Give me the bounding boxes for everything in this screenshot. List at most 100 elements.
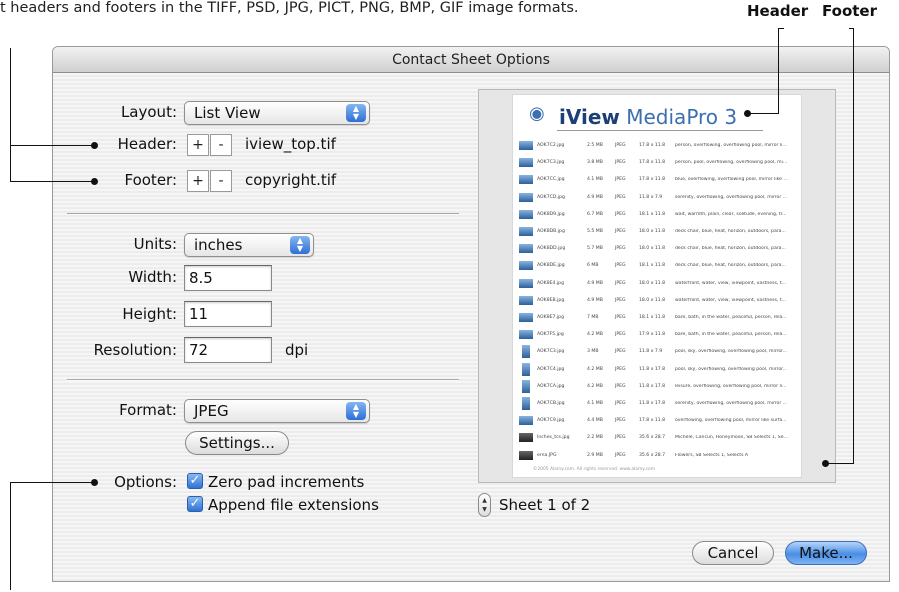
header-remove-button[interactable]: -: [210, 134, 232, 156]
layout-label: Layout:: [120, 103, 177, 121]
preview-cell-type: JPEG: [615, 143, 626, 148]
zero-pad-checkbox[interactable]: ✓: [187, 473, 203, 489]
callout-line: [849, 28, 854, 29]
header-filename: iview_top.tif: [245, 135, 336, 153]
callout-dot: [744, 110, 751, 117]
layout-popup[interactable]: List View ▲ ▼: [184, 101, 370, 125]
footer-add-button[interactable]: +: [187, 170, 209, 192]
preview-cell-keywords: bare, bath, in the water, peaceful, pers…: [675, 332, 787, 338]
preview-cell-size: 4.2 MB: [587, 332, 603, 338]
preview-cell-size: 2.5 MB: [587, 143, 603, 148]
preview-cell-name: AOK8E7.jpg: [537, 315, 565, 320]
callout-line: [10, 181, 94, 182]
preview-cell-type: JPEG: [615, 280, 626, 286]
preview-cell-keywords: waterfront, water, view, viewpoint, vast…: [675, 297, 787, 303]
preview-row: AOK8DD.jpg 5.7 MB JPEG 18.0 x 11.8 deck chai…: [519, 242, 801, 256]
preview-cell-keywords: deck chair, blue, heat, horizon, outdoor…: [675, 263, 786, 269]
make-button[interactable]: Make...: [785, 541, 867, 565]
preview-row: AOK7C4.jpg 4.2 MB JPEG 11.8 x 17.8 pool, sky…: [519, 362, 801, 377]
preview-cell-type: JPEG: [615, 401, 626, 406]
width-field[interactable]: 8.5: [184, 265, 272, 291]
preview-cell-name: AOK7F5.jpg: [537, 332, 564, 338]
resolution-field[interactable]: 72: [184, 337, 272, 363]
updown-arrows-icon: ▲ ▼: [346, 402, 366, 420]
preview-cell-size: 2.2 MB: [587, 435, 603, 441]
preview-cell-type: JPEG: [615, 263, 626, 269]
resolution-label: Resolution:: [93, 341, 177, 359]
contact-sheet-preview: ◉ iView MediaPro 3 AOK7C2.jpg 2.5 MB JPEG 1…: [478, 89, 836, 483]
callout-line: [826, 463, 854, 464]
preview-row: AOK8DB.jpg 5.5 MB JPEG 18.0 x 11.8 deck chai…: [519, 225, 801, 239]
preview-cell-size: 4.9 MB: [587, 280, 603, 286]
preview-thumbnail: [519, 278, 533, 288]
footer-label: Footer:: [124, 171, 177, 189]
preview-cell-dims: 17.8 x 11.8: [639, 160, 666, 166]
footer-remove-button[interactable]: -: [210, 170, 232, 192]
preview-cell-keywords: leisure, overflowing, overflowing pool, …: [675, 383, 787, 389]
preview-cell-type: JPEG: [615, 177, 626, 183]
preview-cell-keywords: blue, overflowing, overflowing pool, mir…: [675, 177, 788, 183]
preview-cell-size: 4.2 MB: [587, 383, 603, 389]
preview-cell-type: JPEG: [615, 452, 626, 458]
preview-cell-name: AOK8DD.jpg: [537, 246, 566, 252]
preview-cell-type: JPEG: [615, 297, 626, 303]
preview-cell-size: 7 MB: [587, 315, 599, 320]
header-label: Header:: [117, 135, 177, 153]
callout-footer-label: Footer: [822, 2, 877, 20]
append-extensions-checkbox[interactable]: ✓: [187, 496, 203, 512]
format-label: Format:: [119, 401, 177, 419]
callout-line: [853, 28, 854, 464]
preview-cell-type: JPEG: [615, 246, 626, 252]
preview-cell-name: AOK7CA.jpg: [537, 383, 565, 389]
preview-cell-dims: 11.8 x 17.8: [639, 401, 666, 406]
preview-cell-size: 2.9 MB: [587, 452, 603, 458]
height-field[interactable]: 11: [184, 301, 272, 327]
preview-row: AOK7F5.jpg 4.2 MB JPEG 17.9 x 11.8 bare, bat…: [519, 328, 801, 342]
units-popup[interactable]: inches ▲ ▼: [184, 233, 314, 257]
preview-cell-dims: 17.9 x 11.8: [639, 332, 666, 338]
preview-cell-dims: 11.8 x 7.9: [639, 349, 663, 355]
callout-line: [10, 482, 11, 590]
preview-row: AOK8D9.jpg 6.7 MB JPEG 18.1 x 11.8 wait, war…: [519, 208, 801, 222]
preview-cell-size: 5.5 MB: [587, 229, 603, 234]
preview-cell-dims: 18.0 x 11.8: [639, 229, 666, 234]
preview-thumbnail: [519, 450, 533, 460]
preview-cell-type: JPEG: [615, 229, 626, 234]
preview-row: AOK7C3.jpg 3 MB JPEG 11.8 x 7.9 pool, sky, o…: [519, 345, 801, 359]
preview-thumbnail: [519, 175, 533, 185]
preview-cell-size: 4.9 MB: [587, 194, 603, 200]
separator: [67, 379, 459, 381]
preview-thumbnail: [519, 244, 533, 254]
preview-row: AOK8DE.jpg 6 MB JPEG 18.1 x 11.8 deck chair,…: [519, 259, 801, 273]
sheet-stepper-icon[interactable]: ▲ ▼: [478, 493, 491, 517]
append-extensions-label: Append file extensions: [208, 496, 379, 514]
preview-cell-size: 5.7 MB: [587, 246, 603, 252]
preview-cell-name: AOK7C3.jpg: [537, 160, 565, 166]
preview-row: AOK7C2.jpg 2.5 MB JPEG 17.8 x 11.8 person, o…: [519, 139, 801, 153]
format-popup[interactable]: JPEG ▲ ▼: [184, 399, 370, 423]
zero-pad-label: Zero pad increments: [208, 473, 365, 491]
preview-cell-type: JPEG: [615, 349, 626, 355]
settings-button[interactable]: Settings...: [185, 431, 289, 455]
preview-cell-keywords: pool, sky, overflowing, overflowing pool…: [675, 366, 787, 372]
preview-page: ◉ iView MediaPro 3 AOK7C2.jpg 2.5 MB JPEG 1…: [512, 94, 802, 478]
preview-cell-dims: 17.8 x 11.8: [639, 418, 666, 424]
preview-cell-size: 4.4 MB: [587, 418, 603, 424]
preview-footer-text: ©2005 Alamy.com. All rights reserved. ww…: [533, 467, 655, 472]
preview-cell-name: erna.JPG: [537, 452, 557, 458]
preview-thumbnail: [519, 209, 533, 219]
preview-cell-name: AOK7CB.jpg: [537, 401, 565, 406]
preview-cell-keywords: person, pool, overflowing, overflowing p…: [675, 160, 788, 166]
preview-thumbnail: [522, 362, 530, 376]
header-add-button[interactable]: +: [187, 134, 209, 156]
preview-cell-size: 3.8 MB: [587, 160, 603, 166]
preview-cell-name: AOK8D9.jpg: [537, 211, 565, 217]
preview-thumbnail: [519, 330, 533, 340]
cancel-button[interactable]: Cancel: [692, 541, 774, 565]
preview-cell-name: AOK8E4.jpg: [537, 280, 565, 286]
preview-cell-size: 4.9 MB: [587, 297, 603, 303]
preview-row: AOK7CB.jpg 4.1 MB JPEG 11.8 x 17.8 serenity,…: [519, 397, 801, 411]
preview-row: AOK8E4.jpg 4.9 MB JPEG 18.0 x 11.8 waterfron…: [519, 277, 801, 291]
eye-icon: ◉: [529, 103, 545, 124]
preview-cell-size: 4.2 MB: [587, 366, 603, 372]
